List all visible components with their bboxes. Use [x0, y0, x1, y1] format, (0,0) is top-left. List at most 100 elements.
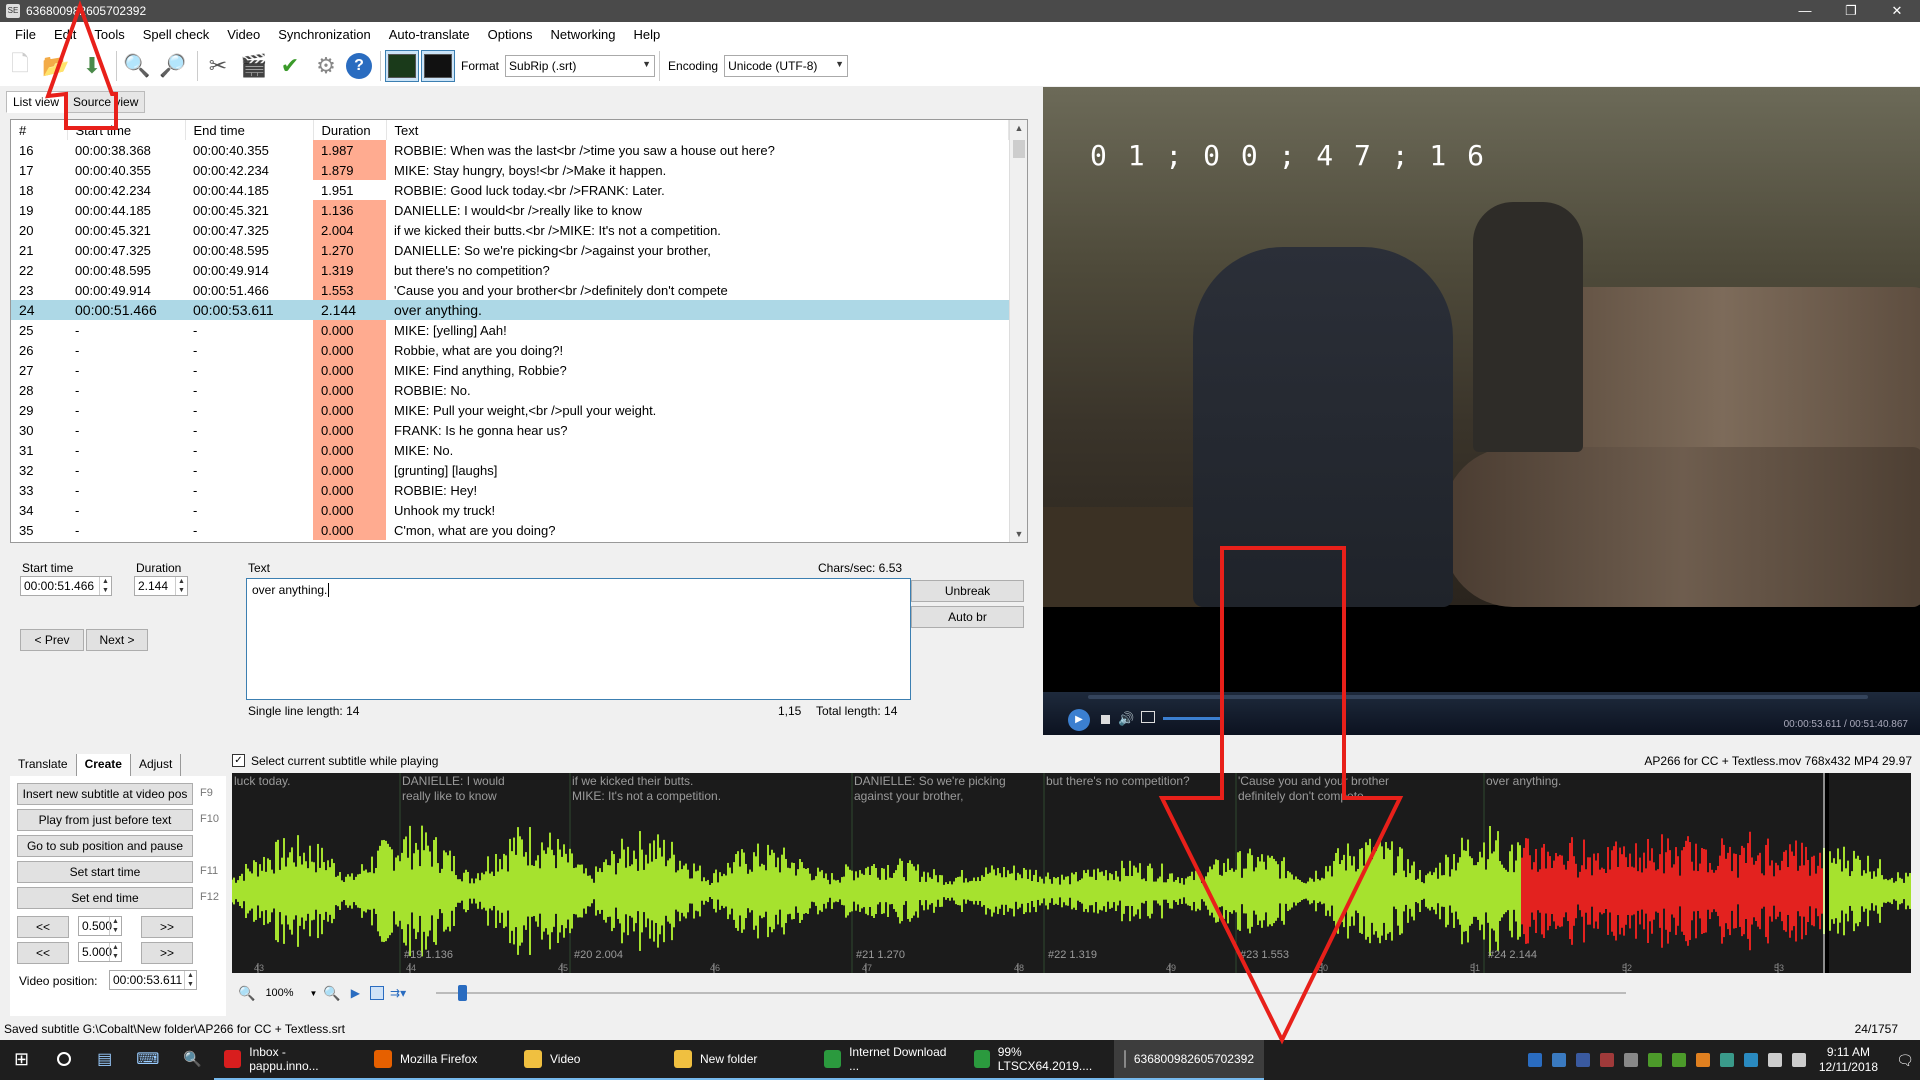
display-icon[interactable]: [1743, 1053, 1758, 1067]
taskbar-item[interactable]: 99% LTSCX64.2019....: [964, 1040, 1114, 1080]
format-select[interactable]: SubRip (.srt) ▼: [505, 55, 656, 77]
table-row[interactable]: 21 00:00:47.325 00:00:48.595 1.270 DANIELLE:…: [11, 240, 1009, 260]
chevron-down-icon[interactable]: ▼: [309, 989, 317, 998]
table-row[interactable]: 32 - - 0.000 [grunting] [laughs]: [11, 460, 1009, 480]
search-icon[interactable]: 🔍: [171, 1040, 214, 1080]
insert-subtitle-button[interactable]: Insert new subtitle at video pos: [17, 783, 193, 805]
tab-create[interactable]: Create: [76, 754, 131, 776]
checkbox-icon[interactable]: ✓: [232, 754, 245, 767]
start-icon[interactable]: ⊞: [0, 1040, 43, 1080]
minimize-button[interactable]: —: [1782, 0, 1828, 22]
subtitle-list[interactable]: # Start time End time Duration Text 16 00…: [10, 119, 1028, 543]
zoom-in-icon[interactable]: 🔍: [323, 985, 340, 1002]
video-player[interactable]: 0 1 ; 0 0 ; 4 7 ; 1 6 ▶ 🔊 00:00:53.611 /…: [1043, 87, 1920, 735]
zoom-value[interactable]: 100%: [265, 987, 309, 999]
save-icon[interactable]: ⬇: [76, 50, 108, 82]
app-tray-icon[interactable]: [1695, 1053, 1710, 1067]
go-to-sub-button[interactable]: Go to sub position and pause: [17, 835, 193, 857]
col-end-time[interactable]: End time: [185, 120, 314, 140]
network-icon[interactable]: [1647, 1053, 1662, 1067]
zoom-out-icon[interactable]: 🔍: [238, 985, 255, 1002]
table-row[interactable]: 28 - - 0.000 ROBBIE: No.: [11, 380, 1009, 400]
help-icon[interactable]: ?: [346, 53, 372, 79]
step-large-input[interactable]: 5.000 ▲ ▼: [78, 942, 122, 962]
lav-icon[interactable]: [1599, 1053, 1614, 1067]
menu-options[interactable]: Options: [479, 27, 542, 42]
chat-icon[interactable]: [1623, 1053, 1638, 1067]
next-button[interactable]: Next >: [86, 629, 148, 651]
position-slider[interactable]: [436, 985, 1627, 1001]
volume-icon[interactable]: [1767, 1053, 1782, 1067]
taskbar-item[interactable]: 636800982605702392: [1114, 1040, 1264, 1080]
spinner-arrows-icon[interactable]: ▲ ▼: [184, 971, 196, 989]
spinner-arrows-icon[interactable]: ▲ ▼: [175, 577, 187, 595]
replace-icon[interactable]: 🔎: [157, 50, 189, 82]
waveform-toggle-icon[interactable]: [385, 50, 419, 82]
grid-icon[interactable]: [370, 986, 385, 1000]
fix-errors-icon[interactable]: ✂: [202, 50, 234, 82]
table-row[interactable]: 25 - - 0.000 MIKE: [yelling] Aah!: [11, 320, 1009, 340]
search-circle-icon[interactable]: [43, 1040, 85, 1080]
table-row[interactable]: 16 00:00:38.368 00:00:40.355 1.987 ROBBIE: W…: [11, 140, 1009, 160]
task-view-icon[interactable]: ▤: [85, 1040, 124, 1080]
sync-icon[interactable]: ⇉▾: [390, 986, 406, 1000]
spell-check-icon[interactable]: ✔: [274, 50, 306, 82]
volume-icon[interactable]: 🔊: [1118, 711, 1134, 727]
bluetooth-icon[interactable]: [1527, 1053, 1542, 1067]
taskbar-item[interactable]: New folder: [664, 1040, 814, 1080]
prev-button[interactable]: < Prev: [20, 629, 84, 651]
taskbar-item[interactable]: Inbox - pappu.inno...: [214, 1040, 364, 1080]
start-time-input[interactable]: 00:00:51.466 ▲ ▼: [20, 576, 112, 596]
scroll-up-icon[interactable]: ▲: [1010, 123, 1027, 133]
menu-spell-check[interactable]: Spell check: [134, 27, 218, 42]
lav-icon[interactable]: [1551, 1053, 1566, 1067]
settings-gear-icon[interactable]: ⚙: [310, 50, 342, 82]
play-icon[interactable]: ▶: [351, 986, 360, 1000]
subtitle-text-input[interactable]: over anything.: [246, 578, 911, 700]
table-row[interactable]: 18 00:00:42.234 00:00:44.185 1.951 ROBBIE: G…: [11, 180, 1009, 200]
notifications-icon[interactable]: 🗨: [1890, 1052, 1920, 1069]
play-icon[interactable]: ▶: [1068, 709, 1090, 731]
table-row[interactable]: 23 00:00:49.914 00:00:51.466 1.553 'Cause yo…: [11, 280, 1009, 300]
video-toggle-icon[interactable]: [421, 50, 455, 82]
table-row[interactable]: 24 00:00:51.466 00:00:53.611 2.144 over anyt…: [11, 300, 1009, 320]
table-row[interactable]: 19 00:00:44.185 00:00:45.321 1.136 DANIELLE:…: [11, 200, 1009, 220]
play-before-text-button[interactable]: Play from just before text: [17, 809, 193, 831]
list-scrollbar[interactable]: ▲ ▼: [1009, 120, 1027, 542]
table-row[interactable]: 30 - - 0.000 FRANK: Is he gonna hear us?: [11, 420, 1009, 440]
taskbar-item[interactable]: Video: [514, 1040, 664, 1080]
scroll-thumb[interactable]: [1013, 140, 1025, 158]
encoding-select[interactable]: Unicode (UTF-8) ▼: [724, 55, 849, 77]
keyboard-icon[interactable]: ⌨: [124, 1040, 171, 1080]
table-row[interactable]: 34 - - 0.000 Unhook my truck!: [11, 500, 1009, 520]
taskbar-item[interactable]: Mozilla Firefox: [364, 1040, 514, 1080]
tab-translate[interactable]: Translate: [10, 754, 77, 776]
scroll-down-icon[interactable]: ▼: [1010, 529, 1027, 539]
col-start-time[interactable]: Start time: [67, 120, 186, 140]
table-row[interactable]: 35 - - 0.000 C'mon, what are you doing?: [11, 520, 1009, 540]
table-row[interactable]: 17 00:00:40.355 00:00:42.234 1.879 MIKE: Sta…: [11, 160, 1009, 180]
close-button[interactable]: ✕: [1874, 0, 1920, 22]
find-icon[interactable]: 🔍: [121, 50, 153, 82]
table-row[interactable]: 26 - - 0.000 Robbie, what are you doing?!: [11, 340, 1009, 360]
menu-video[interactable]: Video: [218, 27, 269, 42]
volume-slider[interactable]: [1163, 717, 1223, 720]
video-position-input[interactable]: 00:00:53.611 ▲ ▼: [109, 970, 197, 990]
menu-networking[interactable]: Networking: [541, 27, 624, 42]
step-fwd-small-button[interactable]: >>: [141, 916, 193, 938]
table-row[interactable]: 22 00:00:48.595 00:00:49.914 1.319 but there…: [11, 260, 1009, 280]
visual-sync-icon[interactable]: 🎬: [238, 50, 270, 82]
spinner-arrows-icon[interactable]: ▲ ▼: [109, 917, 121, 935]
maximize-button[interactable]: ❐: [1828, 0, 1874, 22]
tab-source-view[interactable]: Source view: [66, 91, 146, 113]
lav-icon[interactable]: [1575, 1053, 1590, 1067]
slider-thumb[interactable]: [458, 985, 468, 1001]
set-end-time-button[interactable]: Set end time: [17, 887, 193, 909]
col-text[interactable]: Text: [386, 120, 1009, 140]
taskbar-item[interactable]: Internet Download ...: [814, 1040, 964, 1080]
clock[interactable]: 9:11 AM 12/11/2018: [1819, 1045, 1878, 1075]
new-file-icon[interactable]: 🗋: [4, 50, 36, 82]
table-row[interactable]: 29 - - 0.000 MIKE: Pull your weight,<br />pu…: [11, 400, 1009, 420]
stop-icon[interactable]: [1101, 715, 1110, 724]
menu-tools[interactable]: Tools: [85, 27, 133, 42]
